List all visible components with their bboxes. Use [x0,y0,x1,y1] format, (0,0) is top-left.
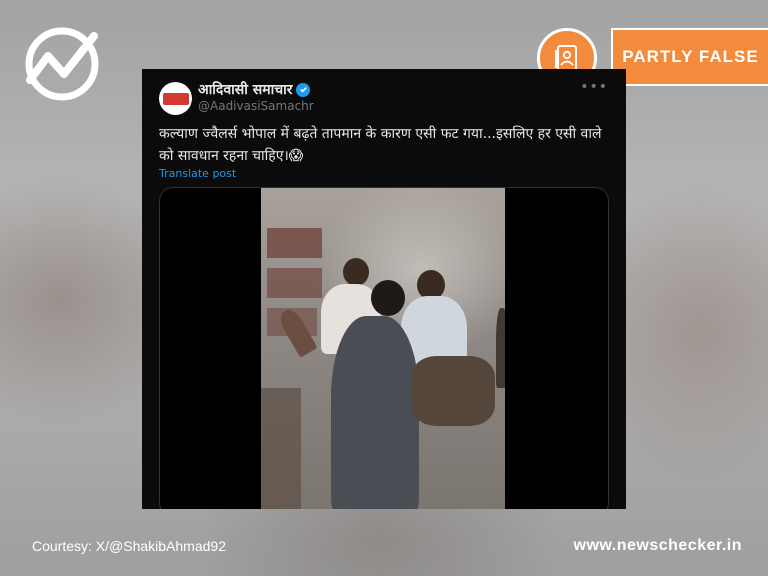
newschecker-chart-icon [22,22,104,104]
verified-badge-icon [296,82,311,97]
video-frame [261,188,505,509]
tweet-author[interactable]: आदिवासी समाचार [198,80,311,99]
translate-link[interactable]: Translate post [159,167,236,180]
verdict-label: PARTLY FALSE [611,28,768,86]
courtesy-credit: Courtesy: X/@ShakibAhmad92 [32,538,226,554]
more-horizontal-icon[interactable]: ••• [580,79,608,95]
tweet-card: आदिवासी समाचार @AadivasiSamachr ••• कल्य… [142,69,626,509]
site-url[interactable]: www.newschecker.in [574,537,742,555]
tweet-text: कल्याण ज्वैलर्स भोपाल में बढ़ते तापमान क… [159,126,602,164]
display-name: आदिवासी समाचार [198,82,293,98]
tweet-video[interactable] [159,187,609,509]
tweet-handle[interactable]: @AadivasiSamachr [198,99,314,113]
avatar[interactable] [159,82,192,115]
